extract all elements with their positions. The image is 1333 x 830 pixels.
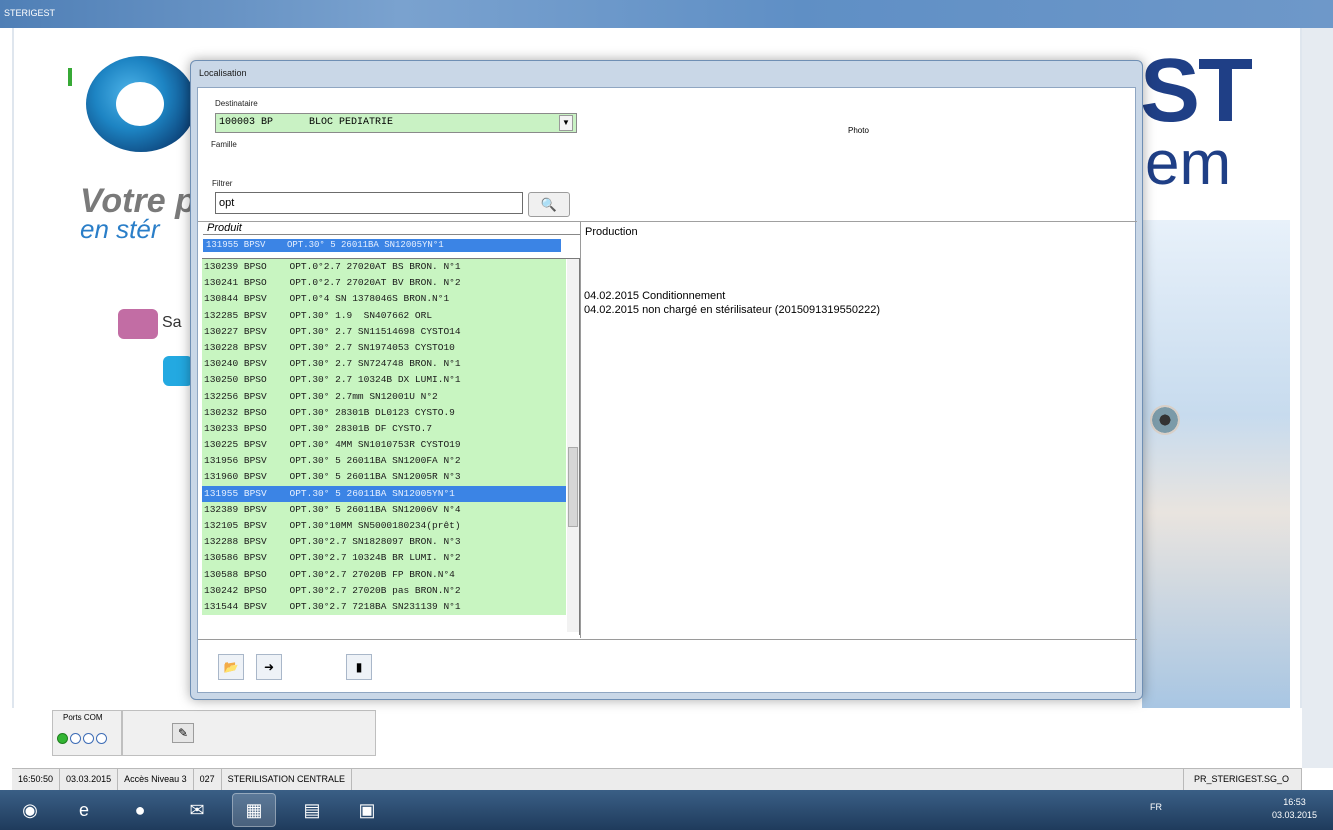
eye-iris: [1150, 405, 1180, 435]
production-divider: [580, 222, 581, 638]
port-led-1: [57, 733, 68, 744]
status-spacer: [352, 769, 1184, 790]
filtrer-label: Filtrer: [212, 179, 233, 188]
dialog-title: Localisation: [199, 68, 247, 78]
localisation-dialog: Localisation Destinataire 100003 BP BLOC…: [190, 60, 1143, 700]
product-list[interactable]: 130239 BPSO OPT.0°2.7 27020AT BS BRON. N…: [202, 258, 580, 635]
product-rows: 130239 BPSO OPT.0°2.7 27020AT BS BRON. N…: [202, 259, 579, 616]
list-item[interactable]: 130228 BPSV OPT.30° 2.7 SN1974053 CYSTO1…: [202, 339, 566, 357]
list-item[interactable]: 130586 BPSV OPT.30°2.7 10324B BR LUMI. N…: [202, 550, 566, 567]
sterigest-app-icon[interactable]: ▦: [232, 793, 276, 827]
list-item[interactable]: 130250 BPSO OPT.30° 2.7 10324B DX LUMI.N…: [202, 372, 566, 389]
destinataire-select[interactable]: 100003 BP BLOC PEDIATRIE: [215, 113, 577, 133]
port-led-4: [96, 733, 107, 744]
ports-com-label: Ports COM: [63, 713, 103, 722]
list-item[interactable]: 131956 BPSV OPT.30° 5 26011BA SN1200FA N…: [202, 453, 566, 470]
window-titlebar: STERIGEST: [0, 0, 1333, 28]
dialog-content: Destinataire 100003 BP BLOC PEDIATRIE ▼ …: [197, 87, 1137, 693]
list-scrollbar[interactable]: [567, 259, 579, 632]
search-icon: 🔍: [540, 197, 558, 212]
list-item[interactable]: 130844 BPSV OPT.0°4 SN 1378046S BRON.N°1: [202, 291, 566, 308]
production-line-1: 04.02.2015 Conditionnement: [584, 290, 726, 302]
exit-button[interactable]: ▮: [346, 654, 372, 680]
menu-button-label: Sa: [162, 314, 182, 331]
list-item[interactable]: 131544 BPSV OPT.30°2.7 7218BA SN231139 N…: [202, 598, 566, 616]
list-item[interactable]: 130232 BPSO OPT.30° 28301B DL0123 CYSTO.…: [202, 404, 566, 421]
app-scrollbar[interactable]: [1302, 28, 1333, 768]
ports-com-box: Ports COM: [52, 710, 122, 756]
status-date: 03.03.2015: [60, 769, 119, 790]
status-profile: PR_STERIGEST.SG_O: [1184, 769, 1302, 790]
filter-input[interactable]: [215, 192, 523, 214]
list-item[interactable]: 131955 BPSV OPT.30° 5 26011BA SN12005YN°…: [202, 485, 566, 502]
chrome-icon[interactable]: ●: [118, 793, 162, 827]
production-title: Production: [585, 226, 638, 238]
status-time: 16:50:50: [12, 769, 61, 790]
list-item[interactable]: 132288 BPSV OPT.30°2.7 SN1828097 BRON. N…: [202, 534, 566, 551]
ie-icon[interactable]: e: [62, 793, 106, 827]
port-led-2: [70, 733, 81, 744]
chevron-down-icon[interactable]: ▼: [559, 115, 573, 131]
export-icon: ➜: [263, 660, 275, 674]
status-service: STERILISATION CENTRALE: [222, 769, 353, 790]
search-button[interactable]: 🔍: [528, 192, 570, 217]
clock-date: 03.03.2015: [1272, 810, 1318, 820]
clock-time: 16:53: [1283, 797, 1306, 807]
famille-label: Famille: [211, 140, 237, 149]
list-item[interactable]: 130233 BPSO OPT.30° 28301B DF CYSTO.7: [202, 420, 566, 438]
list-item[interactable]: 130227 BPSV OPT.30° 2.7 SN11514698 CYSTO…: [202, 323, 566, 340]
status-bar: 16:50:50 03.03.2015 Accès Niveau 3 027 S…: [12, 768, 1302, 790]
menu-button-cyan[interactable]: [163, 356, 193, 386]
tools-icon[interactable]: ✎: [172, 723, 194, 743]
window-title: STERIGEST: [4, 8, 56, 18]
selected-product-bar[interactable]: 131955 BPSV OPT.30° 5 26011BA SN12005YN°…: [203, 239, 561, 252]
open-folder-button[interactable]: 📂: [218, 654, 244, 680]
status-code: 027: [194, 769, 222, 790]
list-item[interactable]: 132285 BPSV OPT.30° 1.9 SN407662 ORL: [202, 307, 566, 324]
brand-text-bottom: em: [1145, 129, 1232, 198]
mail-icon[interactable]: ✉: [175, 793, 219, 827]
toolbar-box: [122, 710, 376, 756]
tagline-line2: en stér: [80, 214, 160, 244]
start-button-icon[interactable]: ◉: [8, 793, 52, 827]
list-item[interactable]: 131960 BPSV OPT.30° 5 26011BA SN12005R N…: [202, 469, 566, 486]
notes-icon[interactable]: ▤: [290, 793, 334, 827]
status-access: Accès Niveau 3: [118, 769, 194, 790]
produit-header: Produit: [203, 222, 580, 235]
logo-mark: [68, 68, 72, 86]
list-item[interactable]: 132105 BPSV OPT.30°10MM SN5000180234(prê…: [202, 518, 566, 535]
tray-language[interactable]: FR: [1150, 802, 1162, 812]
photo-label: Photo: [848, 126, 869, 135]
clock[interactable]: 16:53 03.03.2015: [1272, 796, 1317, 822]
open-folder-icon: 📂: [223, 660, 239, 674]
list-item[interactable]: 130241 BPSO OPT.0°2.7 27020AT BV BRON. N…: [202, 275, 566, 292]
list-item[interactable]: 130239 BPSO OPT.0°2.7 27020AT BS BRON. N…: [202, 259, 566, 276]
list-item[interactable]: 130225 BPSV OPT.30° 4MM SN1010753R CYSTO…: [202, 437, 566, 454]
menu-button-pink[interactable]: [118, 309, 158, 339]
port-led-3: [83, 733, 94, 744]
destinataire-label: Destinataire: [215, 99, 258, 108]
eye-image: [1142, 220, 1290, 708]
bottom-divider: [198, 639, 1137, 640]
list-item[interactable]: 132256 BPSV OPT.30° 2.7mm SN12001U N°2: [202, 388, 566, 405]
list-item[interactable]: 132389 BPSV OPT.30° 5 26011BA SN12006V N…: [202, 501, 566, 518]
list-scroll-thumb[interactable]: [568, 447, 578, 527]
port-leds: [57, 733, 107, 744]
production-line-2: 04.02.2015 non chargé en stérilisateur (…: [584, 304, 881, 316]
folder-icon[interactable]: ▣: [345, 793, 389, 827]
company-logo: [86, 56, 196, 152]
export-button[interactable]: ➜: [256, 654, 282, 680]
exit-door-icon: ▮: [355, 660, 363, 674]
list-item[interactable]: 130242 BPSO OPT.30°2.7 27020B pas BRON.N…: [202, 582, 566, 599]
list-item[interactable]: 130588 BPSO OPT.30°2.7 27020B FP BRON.N°…: [202, 566, 566, 583]
list-item[interactable]: 130240 BPSV OPT.30° 2.7 SN724748 BRON. N…: [202, 356, 566, 373]
